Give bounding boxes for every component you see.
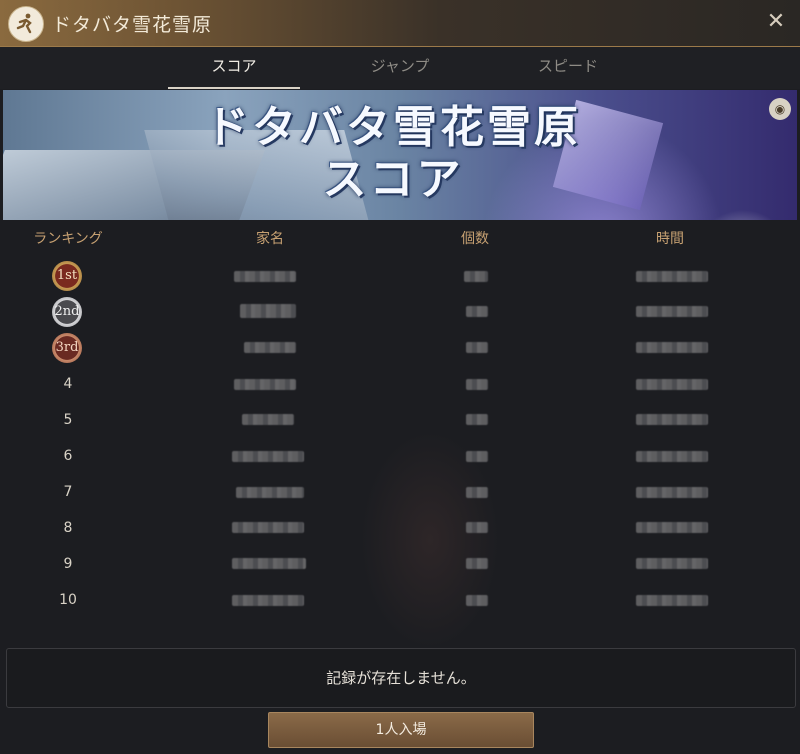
- family-name-redacted: [232, 558, 306, 569]
- family-name-redacted: [242, 414, 294, 425]
- header-time: 時間: [656, 231, 684, 247]
- count-redacted: [466, 487, 488, 498]
- time-redacted: [636, 414, 708, 425]
- family-name-redacted: [244, 342, 296, 353]
- table-row: 8: [0, 510, 800, 546]
- count-redacted: [466, 522, 488, 533]
- count-redacted: [466, 595, 488, 606]
- banner-title-line1: ドタバタ雪花雪原: [205, 102, 581, 153]
- window-title: ドタバタ雪花雪原: [52, 14, 213, 36]
- table-row: 10: [0, 582, 800, 618]
- time-redacted: [636, 379, 708, 390]
- rank-number: 6: [63, 448, 73, 464]
- time-redacted: [636, 595, 708, 606]
- family-name-redacted: [232, 595, 304, 606]
- count-redacted: [466, 451, 488, 462]
- time-redacted: [636, 558, 708, 569]
- table-row: 9: [0, 546, 800, 582]
- count-redacted: [466, 306, 488, 317]
- time-redacted: [636, 522, 708, 533]
- gold-medal-icon: 1st: [52, 261, 82, 291]
- family-name-redacted: [236, 487, 304, 498]
- running-person-icon: [8, 6, 44, 42]
- table-row: 5: [0, 402, 800, 438]
- tab-jump[interactable]: ジャンプ: [334, 47, 466, 89]
- family-name-redacted: [240, 304, 296, 318]
- header-ranking: ランキング: [33, 231, 103, 247]
- family-name-redacted: [232, 451, 304, 462]
- count-redacted: [466, 342, 488, 353]
- table-row: 1st: [0, 258, 800, 294]
- table-row: 2nd: [0, 294, 800, 330]
- close-icon[interactable]: ✕: [762, 8, 790, 36]
- rank-number: 4: [63, 376, 73, 392]
- banner-title-line2: スコア: [322, 154, 464, 205]
- table-row: 4: [0, 366, 800, 402]
- count-redacted: [466, 414, 488, 425]
- rank-number: 8: [63, 520, 73, 536]
- silver-medal-icon: 2nd: [52, 297, 82, 327]
- solo-enter-button[interactable]: 1人入場: [268, 712, 534, 748]
- banner-title: ドタバタ雪花雪原 スコア: [173, 102, 613, 206]
- table-row: 7: [0, 474, 800, 510]
- my-record-panel: 記録が存在しません。: [6, 648, 796, 708]
- count-redacted: [466, 379, 488, 390]
- header-count: 個数: [461, 231, 489, 247]
- rank-number: 9: [63, 556, 73, 572]
- rank-number: 7: [63, 484, 73, 500]
- no-record-message: 記録が存在しません。: [326, 669, 476, 687]
- family-name-redacted: [232, 522, 304, 533]
- bronze-medal-icon: 3rd: [52, 333, 82, 363]
- time-redacted: [636, 487, 708, 498]
- time-redacted: [636, 451, 708, 462]
- rank-number: 5: [63, 412, 73, 428]
- table-row: 3rd: [0, 330, 800, 366]
- rank-number: 10: [59, 592, 77, 608]
- event-banner: ドタバタ雪花雪原 スコア ◉: [3, 90, 797, 220]
- family-name-redacted: [234, 271, 296, 282]
- title-bar: ドタバタ雪花雪原 ✕: [0, 0, 800, 47]
- info-icon[interactable]: ◉: [769, 98, 791, 120]
- family-name-redacted: [234, 379, 296, 390]
- tab-bar: スコア ジャンプ スピード: [0, 47, 800, 89]
- time-redacted: [636, 306, 708, 317]
- ranking-table-header: ランキング 家名 個数 時間: [0, 228, 800, 254]
- time-redacted: [636, 271, 708, 282]
- tab-score[interactable]: スコア: [168, 47, 300, 89]
- time-redacted: [636, 342, 708, 353]
- tab-speed[interactable]: スピード: [502, 47, 634, 89]
- count-redacted: [466, 558, 488, 569]
- count-redacted: [464, 271, 488, 282]
- table-row: 6: [0, 438, 800, 474]
- header-family-name: 家名: [256, 231, 284, 247]
